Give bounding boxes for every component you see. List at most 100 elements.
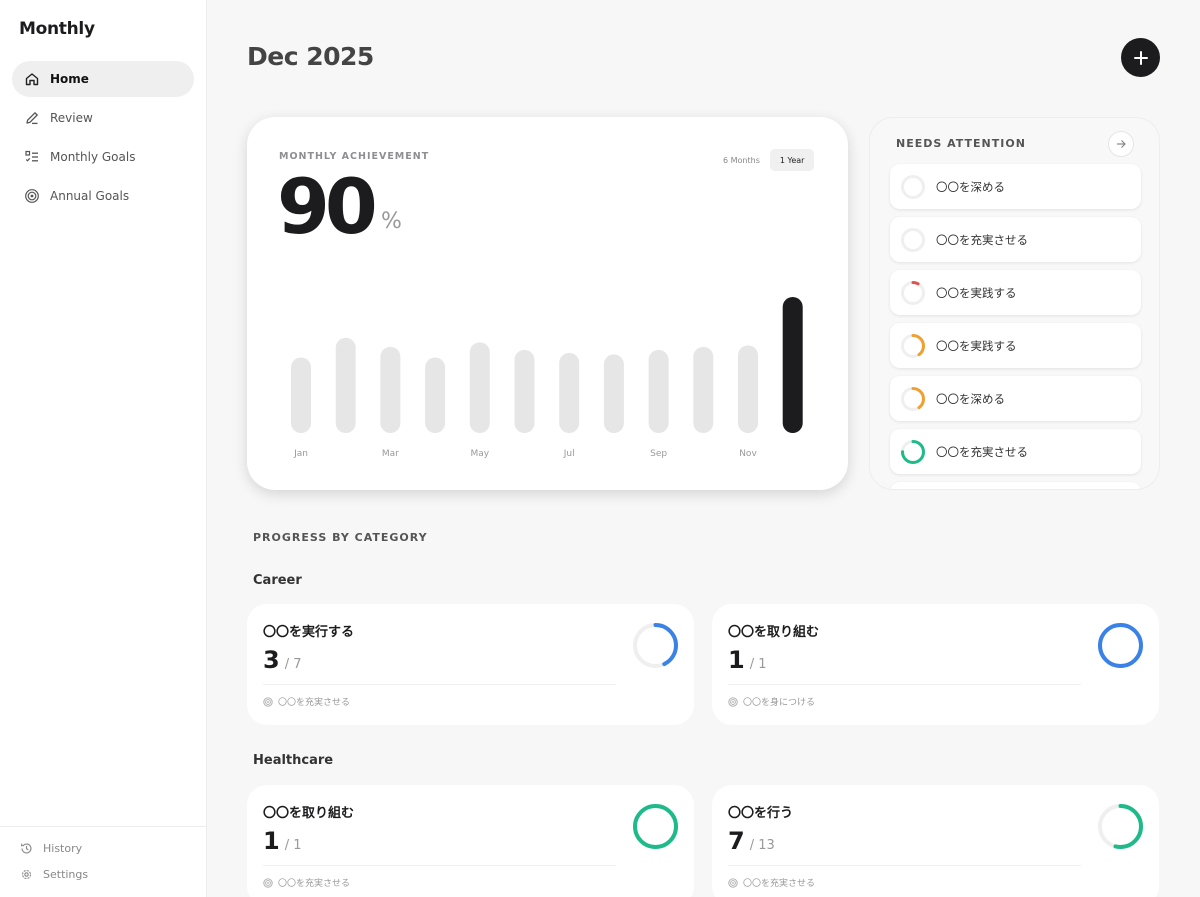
ring-track — [901, 227, 925, 252]
home-icon — [25, 73, 39, 86]
progress-ring-icon — [901, 439, 925, 464]
attention-item-label: 〇〇を深める — [936, 179, 1005, 194]
sidebar-nav: Home Review Monthly Goals Annual Goals — [12, 61, 194, 217]
attention-item[interactable]: 〇〇を実践する — [890, 270, 1141, 315]
target-icon — [728, 877, 738, 888]
goal-done-count: 3 — [263, 646, 280, 674]
progress-ring-icon — [1098, 623, 1143, 668]
annual-goal-label: 〇〇を身につける — [743, 698, 816, 708]
section-title: PROGRESS BY CATEGORY — [253, 531, 428, 544]
chart-bar-may — [469, 342, 490, 433]
sidebar-item-home[interactable]: Home — [12, 61, 194, 97]
goal-card[interactable]: 〇〇を行う 7 / 13 〇〇を充実させる — [712, 785, 1159, 897]
arrow-right-icon — [1117, 140, 1126, 148]
chart-bar-apr — [425, 357, 446, 433]
annual-goal-link: 〇〇を充実させる — [263, 695, 350, 708]
chart-bar-jul — [559, 352, 580, 433]
chart-bar-feb — [335, 337, 356, 433]
annual-goal-link: 〇〇を充実させる — [728, 876, 815, 889]
sidebar-item-review[interactable]: Review — [12, 100, 194, 136]
attention-item[interactable]: 〇〇を深める — [890, 376, 1141, 421]
chart-bar-sep — [648, 349, 669, 433]
attention-item-partial[interactable] — [890, 482, 1141, 489]
target-icon — [25, 189, 39, 203]
goal-count: 7 / 13 — [728, 827, 775, 855]
needs-attention-list: 〇〇を深める 〇〇を充実させる 〇〇を実践する 〇〇を実践する 〇〇を深める 〇… — [890, 164, 1141, 489]
sidebar-item-settings[interactable]: Settings — [20, 861, 206, 887]
attention-item[interactable]: 〇〇を充実させる — [890, 217, 1141, 262]
divider — [263, 684, 616, 685]
goal-title: 〇〇を行う — [728, 806, 794, 821]
checklist-icon — [25, 150, 38, 162]
annual-goal-label: 〇〇を充実させる — [278, 698, 351, 708]
goal-count: 1 / 1 — [263, 827, 302, 855]
progress-ring-icon — [901, 280, 925, 305]
goal-total-count: / 1 — [749, 657, 767, 672]
chart-tick-label: May — [470, 449, 489, 459]
goal-title: 〇〇を取り組む — [728, 625, 820, 640]
goal-total-count: / 1 — [284, 838, 302, 853]
sidebar-item-label: Home — [50, 72, 89, 86]
target-icon — [263, 877, 273, 888]
sidebar-item-annual-goals[interactable]: Annual Goals — [12, 178, 194, 214]
chart-bar-dec — [782, 297, 803, 433]
sidebar-footer: History Settings — [0, 826, 206, 887]
attention-item[interactable]: 〇〇を充実させる — [890, 429, 1141, 474]
chart-bar-oct — [693, 346, 714, 433]
monthly-achievement-chart: Jan Mar May Jul Sep Nov — [291, 297, 803, 459]
goal-card[interactable]: 〇〇を取り組む 1 / 1 〇〇を充実させる — [247, 785, 694, 897]
chart-tick-label: Sep — [650, 449, 667, 459]
sidebar-item-label: Monthly Goals — [50, 150, 136, 164]
progress-ring-icon — [901, 333, 925, 358]
sidebar-item-label: History — [43, 841, 83, 855]
goal-count: 1 / 1 — [728, 646, 767, 674]
progress-ring-icon — [633, 804, 678, 849]
category-heading-healthcare: Healthcare — [253, 753, 334, 768]
sidebar-item-monthly-goals[interactable]: Monthly Goals — [12, 139, 194, 175]
achievement-card: MONTHLY ACHIEVEMENT 90 % 6 Months 1 Year… — [247, 117, 848, 490]
attention-item-label: 〇〇を深める — [936, 391, 1005, 406]
progress-ring-icon — [901, 386, 925, 411]
history-icon — [21, 842, 32, 853]
progress-ring-icon — [901, 227, 925, 252]
sidebar-item-history[interactable]: History — [20, 835, 206, 861]
divider — [263, 865, 616, 866]
progress-ring-icon — [901, 174, 925, 199]
chart-tick-label: Jul — [563, 449, 575, 459]
attention-item-label: 〇〇を実践する — [936, 285, 1017, 300]
ring-track — [901, 174, 925, 199]
app-title: Monthly — [19, 19, 95, 39]
attention-item[interactable]: 〇〇を深める — [890, 164, 1141, 209]
ring-track — [901, 280, 925, 305]
add-goal-button[interactable] — [1121, 38, 1160, 77]
goal-done-count: 7 — [728, 827, 745, 855]
ring-progress — [1098, 623, 1143, 668]
chart-tick-label: Jan — [293, 449, 308, 459]
divider — [728, 684, 1081, 685]
goal-card[interactable]: 〇〇を取り組む 1 / 1 〇〇を身につける — [712, 604, 1159, 725]
chart-bar-nov — [738, 345, 758, 433]
needs-attention-panel: NEEDS ATTENTION 〇〇を深める 〇〇を充実させる 〇〇を実践する … — [869, 117, 1160, 490]
plus-icon — [1133, 50, 1148, 65]
chart-bar-aug — [603, 354, 624, 433]
annual-goal-link: 〇〇を充実させる — [263, 876, 350, 889]
progress-ring-icon — [633, 623, 678, 668]
annual-goal-link: 〇〇を身につける — [728, 695, 815, 708]
chart-tick-label: Nov — [739, 449, 757, 459]
goal-title: 〇〇を取り組む — [263, 806, 355, 821]
goal-title: 〇〇を実行する — [263, 625, 355, 640]
target-icon — [263, 696, 273, 707]
sidebar: Monthly Home Review Monthly Goals Annual… — [0, 0, 207, 897]
attention-item-label: 〇〇を実践する — [936, 338, 1017, 353]
chart-bar-mar — [380, 346, 401, 433]
goal-card[interactable]: 〇〇を実行する 3 / 7 〇〇を充実させる — [247, 604, 694, 725]
attention-item-label: 〇〇を充実させる — [936, 444, 1028, 459]
annual-goal-label: 〇〇を充実させる — [743, 879, 816, 889]
needs-attention-title: NEEDS ATTENTION — [896, 137, 1026, 150]
pencil-icon — [26, 112, 38, 125]
chart-bar-jan — [291, 357, 311, 433]
progress-ring-icon — [1098, 804, 1143, 849]
chart-tick-label: Mar — [382, 449, 399, 459]
attention-item[interactable]: 〇〇を実践する — [890, 323, 1141, 368]
view-all-attention-button[interactable] — [1108, 131, 1134, 157]
